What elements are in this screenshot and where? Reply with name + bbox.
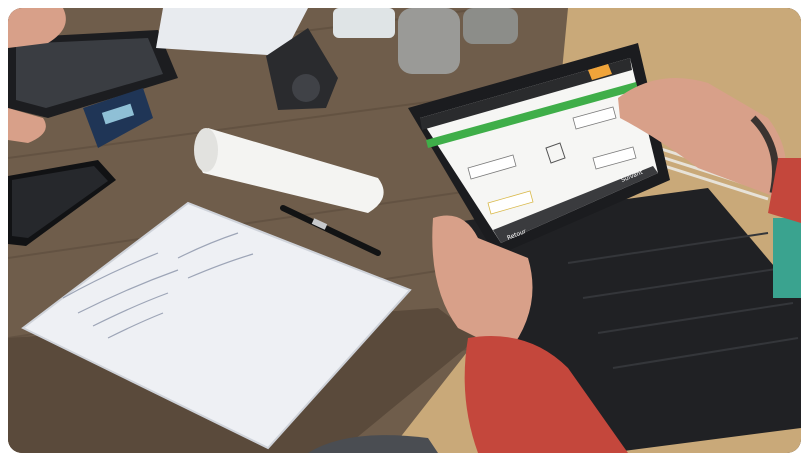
glass-cup: [333, 8, 395, 38]
photo-scene: Retour Suivant: [0, 0, 809, 461]
teal-object: [773, 218, 801, 298]
grey-speaker: [398, 8, 460, 74]
grey-cup: [463, 8, 518, 44]
photo-frame: Retour Suivant: [8, 8, 801, 453]
photo-illustration: Retour Suivant: [8, 8, 801, 453]
